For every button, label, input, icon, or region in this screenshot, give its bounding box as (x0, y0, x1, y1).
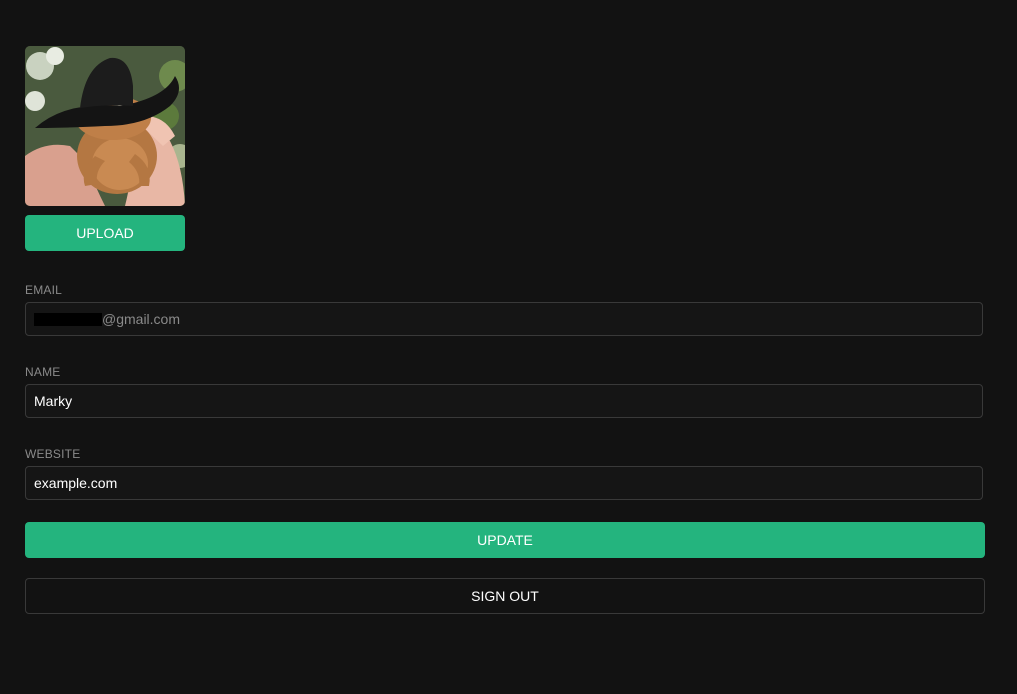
sign-out-button[interactable]: Sign Out (25, 578, 985, 614)
account-page: Upload Email @gmail.com Name Website Upd… (0, 0, 1017, 694)
website-label: Website (25, 447, 81, 461)
name-field[interactable] (25, 384, 983, 418)
email-field[interactable]: @gmail.com (25, 302, 983, 336)
email-label: Email (25, 283, 63, 297)
avatar-image (25, 46, 185, 206)
upload-button[interactable]: Upload (25, 215, 185, 251)
email-value-suffix: @gmail.com (102, 311, 181, 327)
update-button[interactable]: Update (25, 522, 985, 558)
name-input[interactable] (34, 393, 982, 409)
name-label: Name (25, 365, 61, 379)
email-redaction (34, 312, 102, 326)
website-field[interactable] (25, 466, 983, 500)
website-input[interactable] (34, 475, 982, 491)
